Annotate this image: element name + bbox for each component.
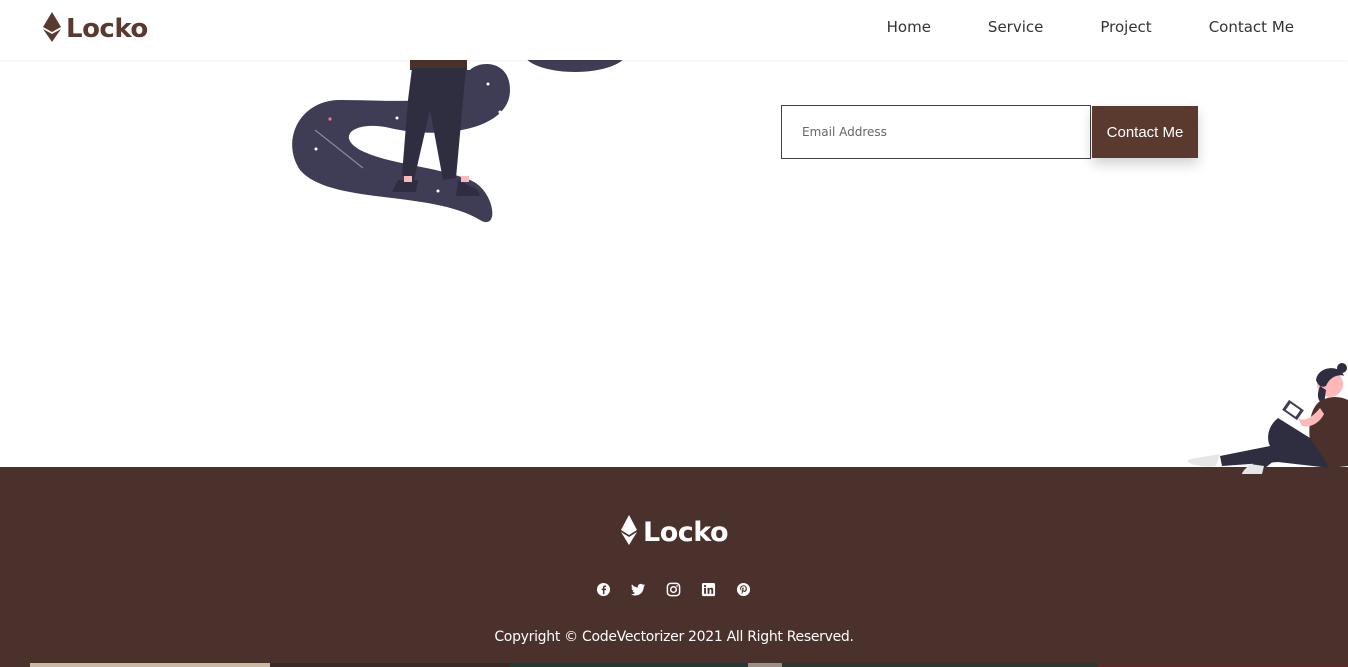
linkedin-icon[interactable] — [701, 582, 716, 597]
brand-logo[interactable]: Locko — [42, 12, 148, 46]
reading-person-illustration — [1187, 363, 1348, 474]
nav-contact-me[interactable]: Contact Me — [1209, 18, 1294, 36]
contact-me-button[interactable]: Contact Me — [1092, 106, 1198, 158]
ethereum-diamond-icon — [42, 12, 62, 46]
main-nav: Home Service Project Contact Me — [887, 18, 1294, 36]
instagram-icon[interactable] — [666, 582, 681, 597]
brand-name: Locko — [66, 14, 148, 44]
space-path-illustration — [292, 40, 627, 223]
site-footer: Locko Copyright © CodeVectorizer 2021 Al… — [0, 467, 1348, 667]
page: Locko Home Service Project Contact Me Co… — [0, 0, 1348, 667]
ethereum-diamond-icon — [620, 515, 638, 549]
footer-brand-name: Locko — [643, 516, 729, 548]
facebook-icon[interactable] — [596, 582, 611, 597]
nav-project[interactable]: Project — [1100, 18, 1151, 36]
site-header: Locko Home Service Project Contact Me — [0, 0, 1348, 60]
nav-service[interactable]: Service — [988, 18, 1043, 36]
email-input[interactable] — [781, 105, 1091, 159]
social-links — [596, 582, 771, 597]
bottom-image-strip — [0, 663, 1348, 667]
twitter-icon[interactable] — [631, 582, 646, 597]
nav-home[interactable]: Home — [887, 18, 931, 36]
footer-brand-logo[interactable]: Locko — [620, 515, 729, 549]
copyright-text: Copyright © CodeVectorizer 2021 All Righ… — [494, 629, 854, 645]
pinterest-icon[interactable] — [736, 582, 751, 597]
